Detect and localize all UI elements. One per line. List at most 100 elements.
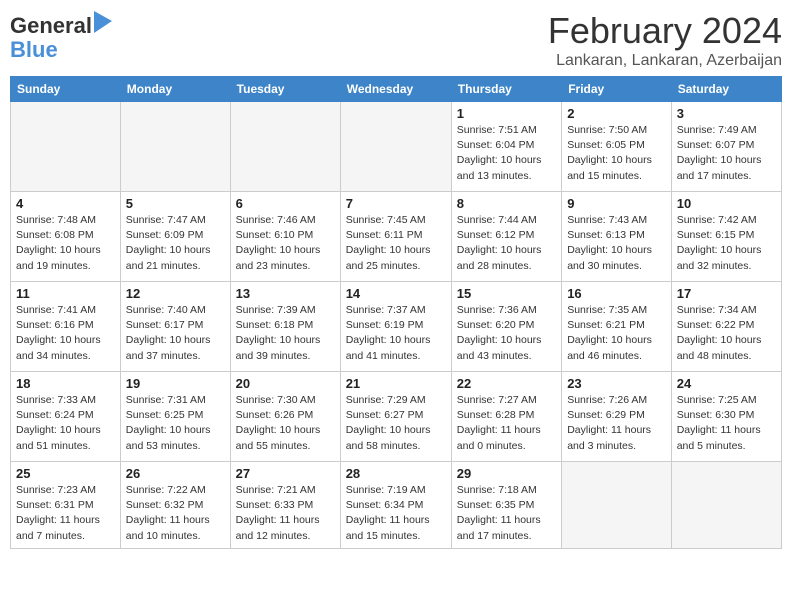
calendar-cell: 13 Sunrise: 7:39 AMSunset: 6:18 PMDayligh… bbox=[230, 282, 340, 372]
day-info: Sunrise: 7:47 AMSunset: 6:09 PMDaylight:… bbox=[126, 213, 225, 274]
day-info: Sunrise: 7:31 AMSunset: 6:25 PMDaylight:… bbox=[126, 393, 225, 454]
calendar-cell: 16Sunrise: 7:35 AMSunset: 6:21 PMDayligh… bbox=[562, 282, 672, 372]
day-number: 17 bbox=[677, 286, 776, 301]
day-number: 15 bbox=[457, 286, 556, 301]
day-number: 13 bbox=[236, 286, 335, 301]
weekday-header-thursday: Thursday bbox=[451, 77, 561, 102]
calendar-cell: 7Sunrise: 7:45 AMSunset: 6:11 PMDaylight… bbox=[340, 192, 451, 282]
day-info: Sunrise: 7:23 AMSunset: 6:31 PMDaylight:… bbox=[16, 483, 115, 544]
day-number: 3 bbox=[677, 106, 776, 121]
day-number: 6 bbox=[236, 196, 335, 211]
day-number: 18 bbox=[16, 376, 115, 391]
day-info: Sunrise: 7:22 AMSunset: 6:32 PMDaylight:… bbox=[126, 483, 225, 544]
week-row-5: 25 Sunrise: 7:23 AMSunset: 6:31 PMDayligh… bbox=[11, 462, 782, 549]
calendar-cell: 23 Sunrise: 7:26 AMSunset: 6:29 PMDayligh… bbox=[562, 372, 672, 462]
weekday-header-row: SundayMondayTuesdayWednesdayThursdayFrid… bbox=[11, 77, 782, 102]
calendar-cell: 24 Sunrise: 7:25 AMSunset: 6:30 PMDayligh… bbox=[671, 372, 781, 462]
day-number: 26 bbox=[126, 466, 225, 481]
weekday-header-friday: Friday bbox=[562, 77, 672, 102]
day-number: 25 bbox=[16, 466, 115, 481]
day-info: Sunrise: 7:43 AMSunset: 6:13 PMDaylight:… bbox=[567, 213, 666, 274]
calendar-cell: 28 Sunrise: 7:19 AMSunset: 6:34 PMDayligh… bbox=[340, 462, 451, 549]
day-number: 24 bbox=[677, 376, 776, 391]
calendar-cell: 2 Sunrise: 7:50 AMSunset: 6:05 PMDaylight… bbox=[562, 102, 672, 192]
calendar-cell: 6 Sunrise: 7:46 AMSunset: 6:10 PMDaylight… bbox=[230, 192, 340, 282]
calendar-cell: 5 Sunrise: 7:47 AMSunset: 6:09 PMDaylight… bbox=[120, 192, 230, 282]
day-number: 29 bbox=[457, 466, 556, 481]
day-number: 21 bbox=[346, 376, 446, 391]
logo-text: General bbox=[10, 14, 92, 38]
day-number: 5 bbox=[126, 196, 225, 211]
day-number: 10 bbox=[677, 196, 776, 211]
day-info: Sunrise: 7:27 AMSunset: 6:28 PMDaylight:… bbox=[457, 393, 556, 454]
day-number: 22 bbox=[457, 376, 556, 391]
day-info: Sunrise: 7:19 AMSunset: 6:34 PMDaylight:… bbox=[346, 483, 446, 544]
day-number: 16 bbox=[567, 286, 666, 301]
page-header: General Blue February 2024 Lankaran, Lan… bbox=[10, 10, 782, 70]
weekday-header-tuesday: Tuesday bbox=[230, 77, 340, 102]
calendar-cell: 26 Sunrise: 7:22 AMSunset: 6:32 PMDayligh… bbox=[120, 462, 230, 549]
calendar-cell: 27 Sunrise: 7:21 AMSunset: 6:33 PMDayligh… bbox=[230, 462, 340, 549]
day-info: Sunrise: 7:33 AMSunset: 6:24 PMDaylight:… bbox=[16, 393, 115, 454]
location-title: Lankaran, Lankaran, Azerbaijan bbox=[548, 52, 782, 70]
day-info: Sunrise: 7:26 AMSunset: 6:29 PMDaylight:… bbox=[567, 393, 666, 454]
day-info: Sunrise: 7:39 AMSunset: 6:18 PMDaylight:… bbox=[236, 303, 335, 364]
day-info: Sunrise: 7:51 AMSunset: 6:04 PMDaylight:… bbox=[457, 123, 556, 184]
calendar-cell: 22 Sunrise: 7:27 AMSunset: 6:28 PMDayligh… bbox=[451, 372, 561, 462]
day-info: Sunrise: 7:30 AMSunset: 6:26 PMDaylight:… bbox=[236, 393, 335, 454]
day-info: Sunrise: 7:48 AMSunset: 6:08 PMDaylight:… bbox=[16, 213, 115, 274]
day-info: Sunrise: 7:41 AMSunset: 6:16 PMDaylight:… bbox=[16, 303, 115, 364]
weekday-header-wednesday: Wednesday bbox=[340, 77, 451, 102]
calendar-cell bbox=[120, 102, 230, 192]
day-number: 4 bbox=[16, 196, 115, 211]
day-info: Sunrise: 7:46 AMSunset: 6:10 PMDaylight:… bbox=[236, 213, 335, 274]
weekday-header-sunday: Sunday bbox=[11, 77, 121, 102]
calendar-cell bbox=[230, 102, 340, 192]
month-title: February 2024 bbox=[548, 10, 782, 52]
logo-text-blue: Blue bbox=[10, 38, 112, 62]
calendar-cell: 11 Sunrise: 7:41 AMSunset: 6:16 PMDayligh… bbox=[11, 282, 121, 372]
calendar-cell bbox=[340, 102, 451, 192]
weekday-header-saturday: Saturday bbox=[671, 77, 781, 102]
week-row-3: 11 Sunrise: 7:41 AMSunset: 6:16 PMDayligh… bbox=[11, 282, 782, 372]
day-info: Sunrise: 7:50 AMSunset: 6:05 PMDaylight:… bbox=[567, 123, 666, 184]
day-number: 1 bbox=[457, 106, 556, 121]
day-info: Sunrise: 7:34 AMSunset: 6:22 PMDaylight:… bbox=[677, 303, 776, 364]
day-info: Sunrise: 7:18 AMSunset: 6:35 PMDaylight:… bbox=[457, 483, 556, 544]
day-number: 7 bbox=[346, 196, 446, 211]
logo-icon bbox=[94, 11, 112, 33]
calendar-cell: 3Sunrise: 7:49 AMSunset: 6:07 PMDaylight… bbox=[671, 102, 781, 192]
calendar-cell: 21 Sunrise: 7:29 AMSunset: 6:27 PMDayligh… bbox=[340, 372, 451, 462]
calendar-cell bbox=[11, 102, 121, 192]
calendar-cell: 18 Sunrise: 7:33 AMSunset: 6:24 PMDayligh… bbox=[11, 372, 121, 462]
calendar-table: SundayMondayTuesdayWednesdayThursdayFrid… bbox=[10, 76, 782, 549]
calendar-cell: 9 Sunrise: 7:43 AMSunset: 6:13 PMDaylight… bbox=[562, 192, 672, 282]
calendar-cell: 8 Sunrise: 7:44 AMSunset: 6:12 PMDaylight… bbox=[451, 192, 561, 282]
day-info: Sunrise: 7:42 AMSunset: 6:15 PMDaylight:… bbox=[677, 213, 776, 274]
day-info: Sunrise: 7:44 AMSunset: 6:12 PMDaylight:… bbox=[457, 213, 556, 274]
day-info: Sunrise: 7:25 AMSunset: 6:30 PMDaylight:… bbox=[677, 393, 776, 454]
day-number: 8 bbox=[457, 196, 556, 211]
day-number: 23 bbox=[567, 376, 666, 391]
week-row-1: 1 Sunrise: 7:51 AMSunset: 6:04 PMDaylight… bbox=[11, 102, 782, 192]
day-number: 2 bbox=[567, 106, 666, 121]
calendar-cell: 17 Sunrise: 7:34 AMSunset: 6:22 PMDayligh… bbox=[671, 282, 781, 372]
week-row-2: 4 Sunrise: 7:48 AMSunset: 6:08 PMDaylight… bbox=[11, 192, 782, 282]
day-number: 11 bbox=[16, 286, 115, 301]
day-info: Sunrise: 7:37 AMSunset: 6:19 PMDaylight:… bbox=[346, 303, 446, 364]
calendar-cell: 29 Sunrise: 7:18 AMSunset: 6:35 PMDayligh… bbox=[451, 462, 561, 549]
day-number: 19 bbox=[126, 376, 225, 391]
weekday-header-monday: Monday bbox=[120, 77, 230, 102]
week-row-4: 18 Sunrise: 7:33 AMSunset: 6:24 PMDayligh… bbox=[11, 372, 782, 462]
day-info: Sunrise: 7:21 AMSunset: 6:33 PMDaylight:… bbox=[236, 483, 335, 544]
day-info: Sunrise: 7:29 AMSunset: 6:27 PMDaylight:… bbox=[346, 393, 446, 454]
day-number: 27 bbox=[236, 466, 335, 481]
calendar-cell bbox=[671, 462, 781, 549]
calendar-cell: 20Sunrise: 7:30 AMSunset: 6:26 PMDayligh… bbox=[230, 372, 340, 462]
calendar-cell: 10 Sunrise: 7:42 AMSunset: 6:15 PMDayligh… bbox=[671, 192, 781, 282]
calendar-cell bbox=[562, 462, 672, 549]
day-number: 28 bbox=[346, 466, 446, 481]
calendar-cell: 12Sunrise: 7:40 AMSunset: 6:17 PMDayligh… bbox=[120, 282, 230, 372]
title-block: February 2024 Lankaran, Lankaran, Azerba… bbox=[548, 10, 782, 70]
day-number: 9 bbox=[567, 196, 666, 211]
